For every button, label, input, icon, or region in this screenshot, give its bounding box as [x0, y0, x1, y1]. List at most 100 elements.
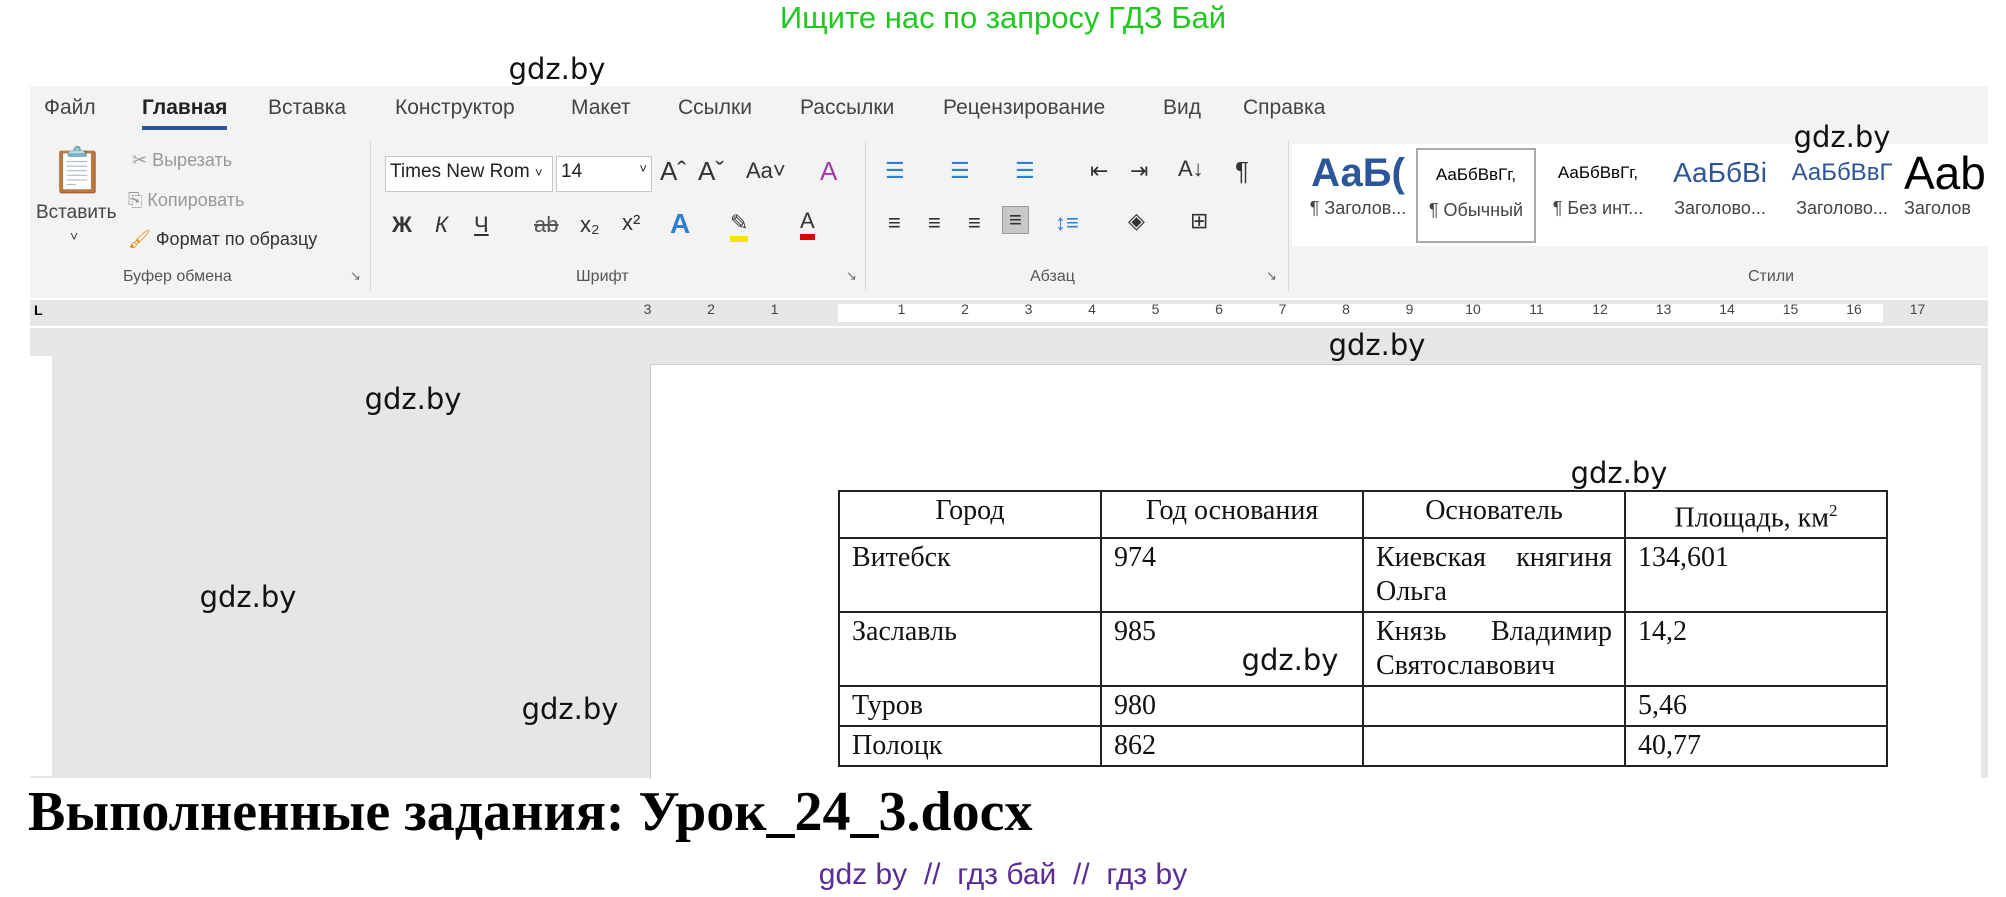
- font-size-select[interactable]: 14 ˅: [556, 156, 652, 192]
- paste-icon[interactable]: 📋: [50, 144, 105, 196]
- style-normal[interactable]: АаБбВвГг, ¶ Обычный: [1416, 148, 1536, 243]
- tab-review[interactable]: Рецензирование: [943, 96, 1105, 120]
- style-name: Заголово...: [1796, 198, 1888, 218]
- shrink-font-icon[interactable]: Aˇ: [698, 156, 724, 187]
- superscript: 2: [1829, 501, 1838, 520]
- pilcrow-icon[interactable]: ¶: [1235, 156, 1249, 187]
- banner-text: Ищите нас по запросу ГДЗ Бай: [779, 0, 1227, 35]
- numbering-icon[interactable]: ☰: [950, 158, 970, 184]
- copy-button[interactable]: ⎘ Копировать: [128, 190, 244, 211]
- cell: Витебск: [838, 537, 1102, 614]
- paste-chevron-icon[interactable]: ˅: [70, 228, 78, 244]
- font-color-icon[interactable]: A: [800, 208, 815, 240]
- font-group-label: Шрифт: [576, 268, 629, 285]
- ruler-label: 3: [643, 301, 652, 317]
- shading-icon[interactable]: ◈: [1128, 208, 1145, 234]
- cell: Киевская княгиня Ольга: [1362, 537, 1626, 614]
- ruler-label: 9: [1405, 301, 1414, 317]
- change-case-button[interactable]: Aa˅: [746, 158, 786, 184]
- dialog-launcher-icon[interactable]: ↘: [350, 268, 361, 284]
- justify-icon[interactable]: ≡: [1002, 206, 1029, 234]
- watermark: gdz.by: [1793, 120, 1891, 154]
- align-right-icon[interactable]: ≡: [968, 210, 981, 236]
- ruler-label: 7: [1278, 301, 1287, 317]
- vertical-ruler[interactable]: [30, 356, 52, 776]
- cell: Князь Владимир Святославович: [1362, 611, 1626, 688]
- style-preview: Aab: [1904, 148, 1986, 198]
- style-heading-2[interactable]: АаБбВвГ Заголово...: [1782, 148, 1902, 243]
- cell: Полоцк: [838, 725, 1102, 768]
- style-title[interactable]: Aab Заголов: [1904, 148, 1988, 243]
- style-heading[interactable]: АаБ(¶ Заголов...: [1298, 148, 1418, 243]
- cell: 14,2: [1624, 611, 1888, 688]
- decrease-indent-icon[interactable]: ⇤: [1090, 158, 1108, 184]
- grow-font-icon[interactable]: Aˆ: [660, 156, 686, 187]
- superscript-icon[interactable]: x²: [622, 210, 640, 236]
- ruler-label: 5: [1151, 301, 1160, 317]
- sort-icon[interactable]: A↓: [1178, 156, 1204, 182]
- tab-insert[interactable]: Вставка: [268, 96, 346, 120]
- ruler-label: 15: [1782, 301, 1799, 317]
- tab-view[interactable]: Вид: [1163, 96, 1201, 120]
- styles-group-label: Стили: [1748, 268, 1795, 285]
- ruler-label: 1: [770, 301, 779, 317]
- borders-icon[interactable]: ⊞: [1190, 208, 1208, 234]
- cell: Заславль: [838, 611, 1102, 688]
- cut-button[interactable]: ✂ Вырезать: [132, 150, 232, 171]
- format-painter-button[interactable]: 🖌 Формат по образцу: [128, 229, 317, 250]
- font-name-select[interactable]: Times New Rom ˅: [385, 156, 553, 192]
- style-heading-1[interactable]: АаБбВі Заголово...: [1660, 148, 1780, 243]
- cut-label: Вырезать: [152, 150, 233, 170]
- tab-file[interactable]: Файл: [44, 96, 96, 120]
- tab-references[interactable]: Ссылки: [678, 96, 752, 120]
- header-cell: Год основания: [1100, 489, 1364, 540]
- style-name: Заголов: [1904, 198, 1971, 218]
- paste-button[interactable]: Вставить: [36, 202, 117, 224]
- table-row: Полоцк 862 40,77: [838, 725, 1888, 768]
- copy-icon: ⎘: [128, 190, 143, 210]
- style-preview: АаБбВвГг,: [1435, 165, 1517, 184]
- dialog-launcher-icon[interactable]: ↘: [846, 268, 857, 284]
- tab-selector-icon[interactable]: L: [34, 302, 43, 318]
- style-preview: АаБбВвГ: [1791, 159, 1893, 186]
- ruler-label: 14: [1719, 301, 1735, 317]
- align-left-icon[interactable]: ≡: [888, 210, 901, 236]
- strikethrough-icon[interactable]: ab: [534, 212, 558, 238]
- tab-design[interactable]: Конструктор: [395, 96, 515, 120]
- watermark: gdz.by: [199, 580, 297, 614]
- highlight-icon[interactable]: ✎: [730, 210, 749, 242]
- line-spacing-icon[interactable]: ↕≡: [1055, 210, 1079, 236]
- chevron-down-icon: ˅: [534, 165, 543, 180]
- clear-formatting-icon[interactable]: A: [820, 156, 837, 187]
- watermark: gdz.by: [1241, 643, 1339, 677]
- tab-help[interactable]: Справка: [1243, 96, 1325, 120]
- ruler-label: 16: [1846, 301, 1862, 317]
- style-name: Заголово...: [1674, 198, 1766, 218]
- header-text: Площадь, км: [1674, 502, 1830, 534]
- subscript-icon[interactable]: x₂: [580, 212, 600, 238]
- tab-layout[interactable]: Макет: [571, 96, 630, 120]
- underline-button[interactable]: Ч: [474, 212, 489, 238]
- ruler-label: 1: [897, 301, 906, 317]
- style-no-spacing[interactable]: АаБбВвГг, ¶ Без инт...: [1538, 148, 1658, 243]
- text-effects-icon[interactable]: A: [670, 208, 690, 240]
- ruler-label: 13: [1655, 301, 1672, 317]
- tab-mailings[interactable]: Рассылки: [800, 96, 894, 120]
- cell: Туров: [838, 685, 1102, 728]
- multilevel-list-icon[interactable]: ☰: [1015, 158, 1035, 184]
- watermark: gdz.by: [1570, 456, 1668, 490]
- style-preview: АаБ(: [1311, 151, 1405, 195]
- brush-icon: 🖌: [128, 229, 151, 249]
- italic-button[interactable]: К: [435, 212, 448, 238]
- paragraph-group-label: Абзац: [1030, 268, 1075, 285]
- style-preview: АаБбВі: [1673, 157, 1767, 188]
- tab-home[interactable]: Главная: [142, 96, 228, 130]
- ruler-label: 10: [1465, 301, 1481, 317]
- increase-indent-icon[interactable]: ⇥: [1130, 158, 1148, 184]
- align-center-icon[interactable]: ≡: [928, 210, 941, 236]
- font-size-value: 14: [561, 161, 583, 182]
- dialog-launcher-icon[interactable]: ↘: [1266, 268, 1277, 284]
- font-name-value: Times New Rom: [390, 161, 530, 182]
- bold-button[interactable]: Ж: [392, 212, 412, 238]
- bullets-icon[interactable]: ☰: [885, 158, 905, 184]
